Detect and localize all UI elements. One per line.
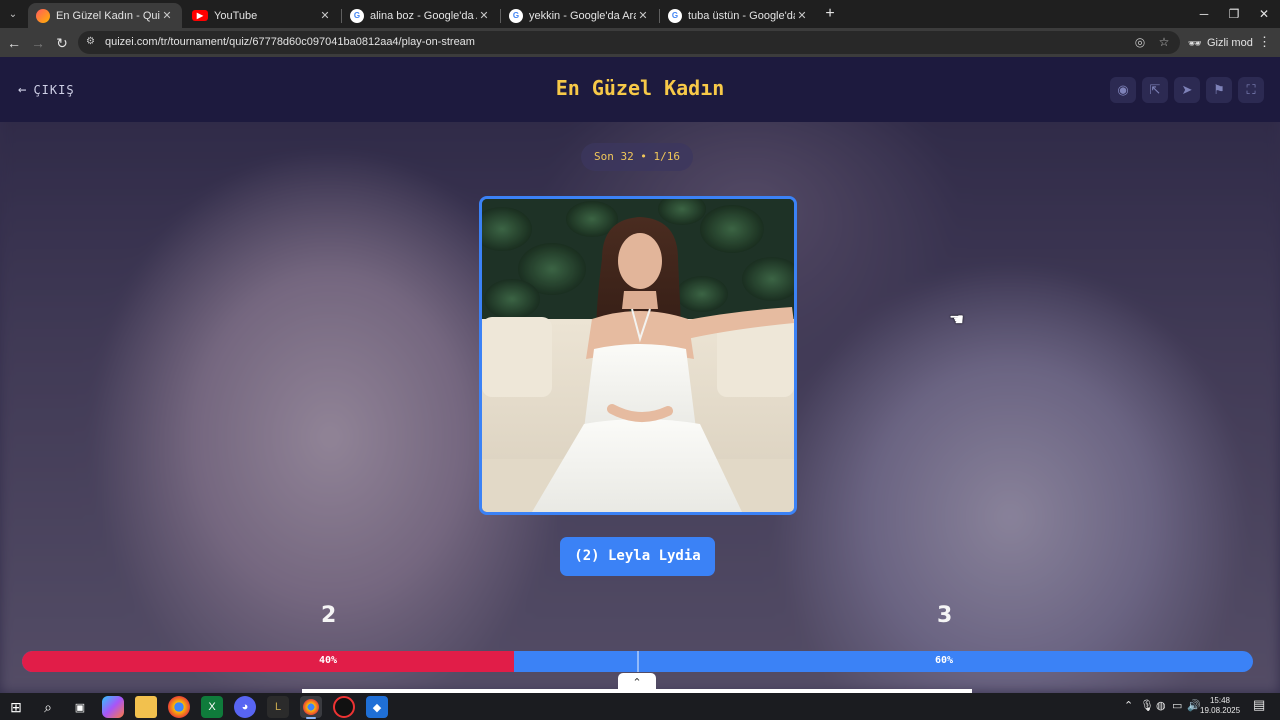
fullscreen-icon[interactable]: ⛶ <box>1238 77 1264 103</box>
hand-cursor-icon: ☚ <box>949 310 965 329</box>
tab-title: En Güzel Kadın - Quizei <box>56 9 160 22</box>
microphone-icon[interactable]: 🎙 <box>1140 699 1154 712</box>
window-close-icon[interactable]: ✕ <box>1249 4 1279 24</box>
google-icon: G <box>350 8 364 23</box>
task-view-icon[interactable]: ▣ <box>69 696 91 718</box>
app-icon[interactable]: ◆ <box>366 696 388 718</box>
browser-tab-strip: ⌄ En Güzel Kadın - Quizei ✕ ▶ YouTube ✕ … <box>0 0 1280 28</box>
clock-date: 19.08.2025 <box>1200 706 1241 715</box>
google-icon: G <box>668 8 682 23</box>
quizei-icon <box>36 8 50 23</box>
contestant-photo-card[interactable] <box>479 196 797 515</box>
vote-progress-bar: 40% 60% <box>22 651 1253 672</box>
tab-title: alina boz - Google'da Ara <box>370 9 477 22</box>
round-indicator: Son 32 • 1/16 <box>581 143 693 171</box>
eye-off-icon[interactable]: ◎ <box>1132 35 1148 51</box>
bookmark-star-icon[interactable]: ☆ <box>1156 35 1172 51</box>
close-tab-icon[interactable]: ✕ <box>795 9 809 22</box>
address-bar[interactable]: ⚙ quizei.com/tr/tournament/quiz/67778d60… <box>78 31 1180 54</box>
excel-icon[interactable]: X <box>201 696 223 718</box>
active-app-indicator <box>306 717 316 719</box>
obs-icon[interactable] <box>333 696 355 718</box>
forward-icon[interactable]: → <box>28 33 48 53</box>
incognito-indicator[interactable]: 🕶 Gizli mod <box>1188 34 1253 52</box>
reload-icon[interactable]: ↻ <box>52 33 72 53</box>
tab-title: tuba üstün - Google'da Ara <box>688 9 795 22</box>
close-tab-icon[interactable]: ✕ <box>318 9 332 22</box>
left-vote-count: 2 <box>321 603 337 628</box>
contestant-photo <box>482 199 794 512</box>
tab-google-yekkin[interactable]: G yekkin - Google'da Ara ✕ <box>501 3 658 28</box>
tab-title: YouTube <box>214 9 258 22</box>
chrome-active-icon[interactable] <box>300 696 322 718</box>
clock-time: 15:48 <box>1209 696 1231 705</box>
left-vote-fill <box>22 651 515 672</box>
share-icon[interactable]: ⇱ <box>1142 77 1168 103</box>
close-tab-icon[interactable]: ✕ <box>636 9 650 22</box>
chrome-icon[interactable] <box>168 696 190 718</box>
browser-toolbar: ← → ↻ ⚙ quizei.com/tr/tournament/quiz/67… <box>0 28 1280 57</box>
send-icon[interactable]: ➤ <box>1174 77 1200 103</box>
back-icon[interactable]: ← <box>4 33 24 53</box>
page-title: En Güzel Kadın <box>555 76 725 100</box>
flag-icon[interactable]: ⚑ <box>1206 77 1232 103</box>
close-tab-icon[interactable]: ✕ <box>477 9 491 22</box>
google-icon: G <box>509 8 523 23</box>
new-tab-icon[interactable]: + <box>821 5 839 23</box>
discord-icon[interactable]: ◕ <box>234 696 256 718</box>
network-icon[interactable]: ▭ <box>1172 699 1182 712</box>
incognito-icon: 🕶 <box>1188 37 1202 50</box>
file-explorer-icon[interactable] <box>135 696 157 718</box>
volume-icon[interactable]: 🔊 <box>1187 699 1201 712</box>
youtube-icon: ▶ <box>192 10 208 21</box>
close-tab-icon[interactable]: ✕ <box>160 9 174 22</box>
clock[interactable]: 15:48 19.08.2025 <box>1200 696 1240 716</box>
minimize-icon[interactable]: ─ <box>1189 4 1219 24</box>
quiz-page: ← ÇIKIŞ En Güzel Kadın ◉ ⇱ ➤ ⚑ ⛶ Son 32 … <box>0 57 1280 693</box>
site-info-icon[interactable]: ⚙ <box>86 36 99 49</box>
taskbar: ⊞ ⌕ ▣ X ◕ L ◆ ⌃ 🎙 ◍ ▭ 🔊 15:48 19.08.2025… <box>0 693 1280 720</box>
tab-quizei[interactable]: En Güzel Kadın - Quizei ✕ <box>28 3 182 28</box>
chevron-up-tray-icon[interactable]: ⌃ <box>1124 699 1133 712</box>
incognito-label: Gizli mod <box>1206 37 1253 49</box>
chevron-up-icon[interactable]: ⌃ <box>618 673 656 693</box>
vote-bar-midline <box>637 651 639 672</box>
windows-start-icon[interactable]: ⊞ <box>5 696 27 718</box>
url-text[interactable]: quizei.com/tr/tournament/quiz/67778d60c0… <box>105 36 475 48</box>
tab-title: yekkin - Google'da Ara <box>529 9 636 22</box>
league-launcher-icon[interactable]: L <box>267 696 289 718</box>
right-vote-percent: 60% <box>935 655 954 666</box>
left-vote-percent: 40% <box>319 655 338 666</box>
tab-youtube[interactable]: ▶ YouTube ✕ <box>184 3 340 28</box>
search-icon[interactable]: ⌕ <box>37 696 59 718</box>
tab-google-alina[interactable]: G alina boz - Google'da Ara ✕ <box>342 3 499 28</box>
choice-button[interactable]: (2) Leyla Lydia <box>560 537 715 576</box>
right-vote-count: 3 <box>937 603 953 628</box>
tab-search-icon[interactable]: ⌄ <box>4 5 22 23</box>
copilot-icon[interactable] <box>102 696 124 718</box>
quiz-header: ← ÇIKIŞ En Güzel Kadın ◉ ⇱ ➤ ⚑ ⛶ <box>0 57 1280 122</box>
notifications-icon[interactable]: ▤ <box>1253 697 1265 713</box>
eye-icon[interactable]: ◉ <box>1110 77 1136 103</box>
browser-menu-icon[interactable]: ⋮ <box>1258 34 1271 50</box>
location-icon[interactable]: ◍ <box>1156 699 1166 712</box>
restore-icon[interactable]: ❐ <box>1219 4 1249 24</box>
tab-google-tuba[interactable]: G tuba üstün - Google'da Ara ✕ <box>660 3 817 28</box>
